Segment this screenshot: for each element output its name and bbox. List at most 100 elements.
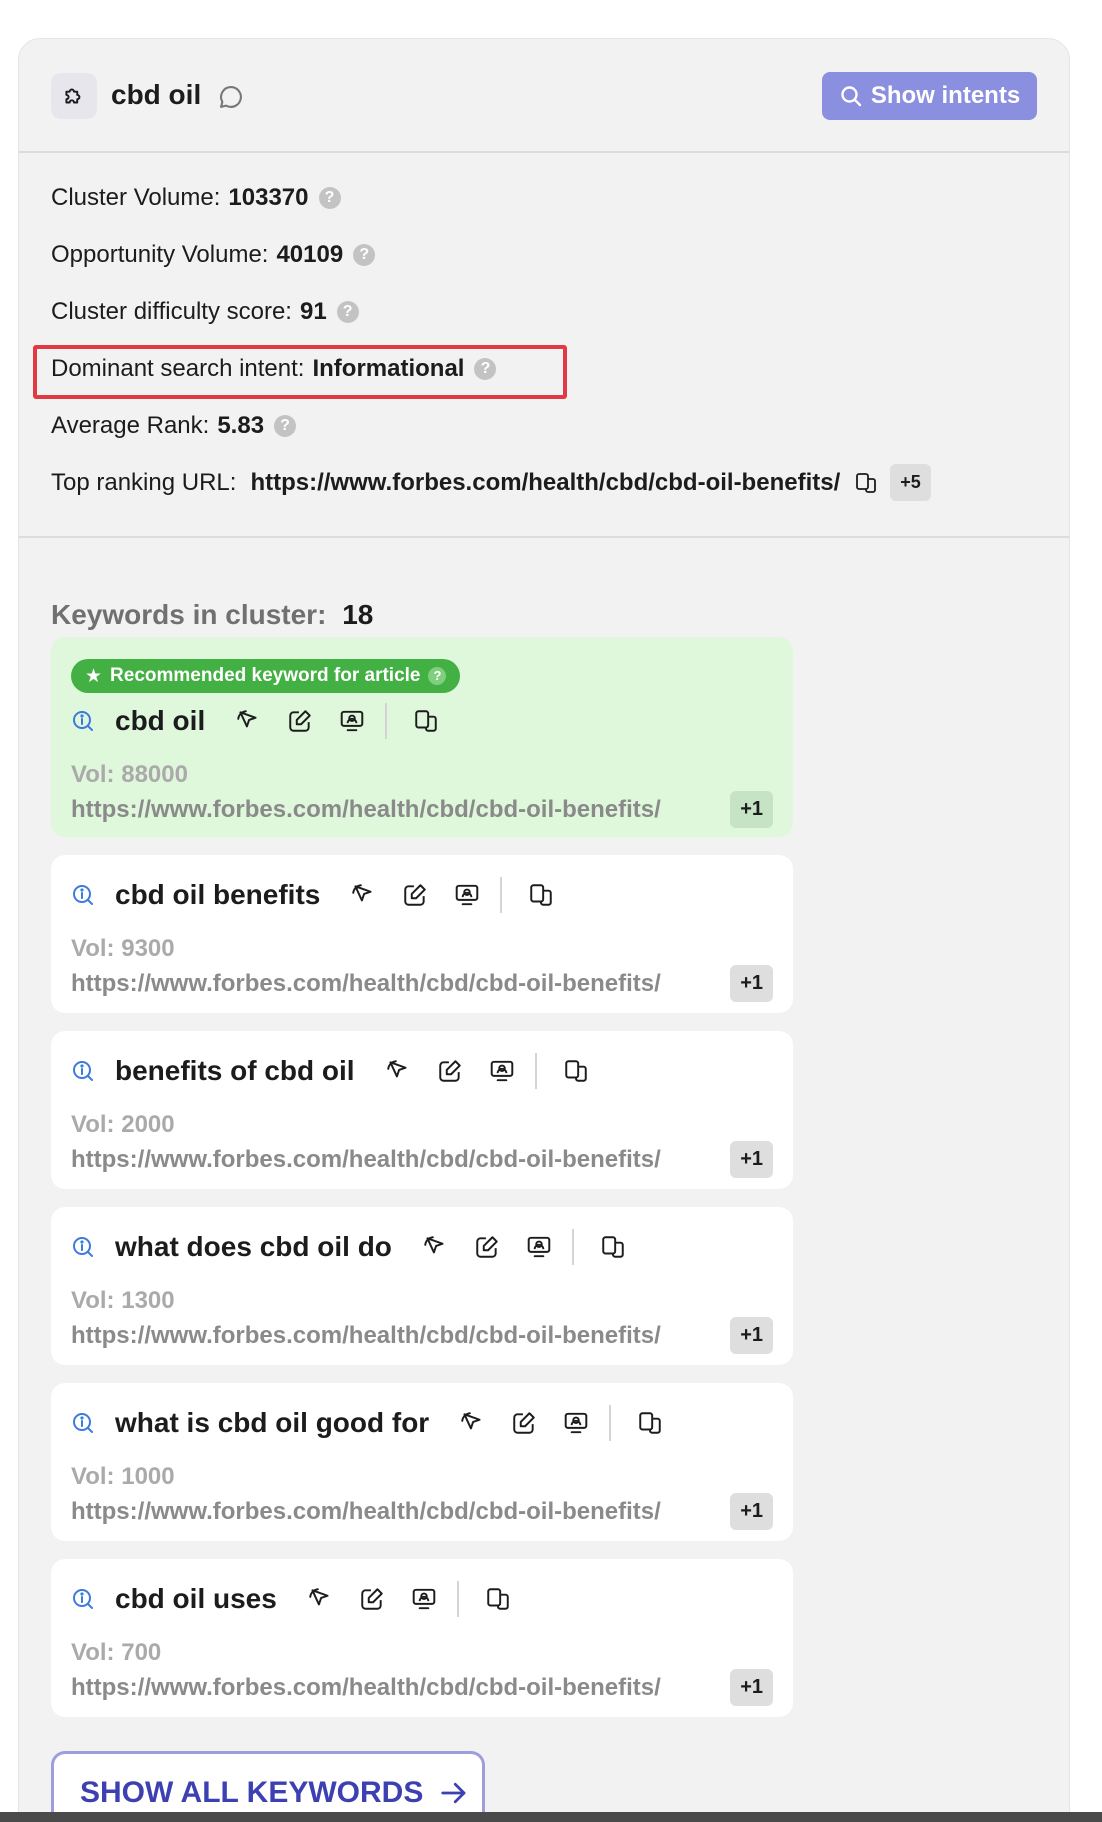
monitor-user-icon[interactable] xyxy=(524,1232,554,1262)
action-divider xyxy=(385,703,388,739)
keyword-volume: Vol: 9300 xyxy=(71,935,175,962)
chat-bubble-icon[interactable] xyxy=(217,83,245,116)
stat-value: 40109 xyxy=(276,241,344,268)
cluster-panel: cbd oil Show intents Cluster Volume: 103… xyxy=(18,38,1070,1822)
keyword-row: cbd oil benefits xyxy=(71,877,578,913)
keyword-card: what is cbd oil good for Vol: 1000 https:/… xyxy=(51,1383,793,1541)
cluster-title: cbd oil xyxy=(111,79,202,110)
more-urls-badge[interactable]: +1 xyxy=(730,1493,773,1530)
copy-icon[interactable] xyxy=(635,1408,665,1438)
top-ranking-url-link[interactable]: https://www.forbes.com/health/cbd/cbd-oi… xyxy=(250,469,840,497)
show-intents-button[interactable]: Show intents xyxy=(822,72,1037,120)
edit-icon[interactable] xyxy=(472,1232,502,1262)
keyword-url-link[interactable]: https://www.forbes.com/health/cbd/cbd-oi… xyxy=(71,1322,661,1350)
arrow-right-icon xyxy=(441,1782,466,1803)
cursor-click-icon[interactable] xyxy=(457,1408,487,1438)
keyword-row: what does cbd oil do xyxy=(71,1229,650,1265)
action-divider xyxy=(609,1405,612,1441)
keyword-url-link[interactable]: https://www.forbes.com/health/cbd/cbd-oi… xyxy=(71,1674,661,1702)
edit-icon[interactable] xyxy=(435,1056,465,1086)
show-all-label: SHOW ALL KEYWORDS xyxy=(80,1775,424,1809)
keyword-url-link[interactable]: https://www.forbes.com/health/cbd/cbd-oi… xyxy=(71,796,661,824)
show-intents-label: Show intents xyxy=(870,82,1021,109)
more-urls-badge[interactable]: +1 xyxy=(730,1317,773,1354)
keywords-count-label: Keywords in cluster: xyxy=(51,599,327,630)
stat-label: Average Rank: xyxy=(51,412,210,439)
opportunity-volume-stat: Opportunity Volume: 40109 ? xyxy=(51,241,376,269)
keyword-volume: Vol: 88000 xyxy=(71,761,188,788)
edit-icon[interactable] xyxy=(285,706,315,736)
help-icon[interactable]: ? xyxy=(318,187,341,209)
stat-label: Cluster difficulty score: xyxy=(51,298,292,325)
keywords-count-heading: Keywords in cluster: 18 xyxy=(51,599,373,631)
recommended-keyword-card: ★ Recommended keyword for article? cbd oil… xyxy=(51,637,793,837)
more-urls-badge[interactable]: +1 xyxy=(730,965,773,1002)
keyword-text: cbd oil uses xyxy=(115,1583,277,1614)
keyword-row: cbd oil xyxy=(71,703,463,739)
keyword-volume: Vol: 2000 xyxy=(71,1111,175,1138)
copy-icon[interactable] xyxy=(411,706,441,736)
keyword-url-link[interactable]: https://www.forbes.com/health/cbd/cbd-oi… xyxy=(71,1146,661,1174)
keyword-card: cbd oil uses Vol: 700 https://www.forbes.c… xyxy=(51,1559,793,1717)
cursor-click-icon[interactable] xyxy=(305,1584,335,1614)
keyword-card: cbd oil benefits Vol: 9300 https://www.for… xyxy=(51,855,793,1013)
stat-label: Cluster Volume: xyxy=(51,184,221,211)
copy-icon[interactable] xyxy=(598,1232,628,1262)
action-divider xyxy=(456,1581,459,1617)
copy-icon[interactable] xyxy=(854,471,878,495)
help-icon[interactable]: ? xyxy=(274,415,297,437)
more-urls-badge[interactable]: +5 xyxy=(890,464,931,501)
keyword-text: what does cbd oil do xyxy=(115,1231,392,1262)
edit-icon[interactable] xyxy=(400,880,430,910)
cursor-click-icon[interactable] xyxy=(233,706,263,736)
help-icon[interactable]: ? xyxy=(353,244,376,266)
copy-icon[interactable] xyxy=(526,880,556,910)
keyword-info-icon[interactable] xyxy=(71,1411,95,1435)
keyword-url-link[interactable]: https://www.forbes.com/health/cbd/cbd-oi… xyxy=(71,1498,661,1526)
cursor-click-icon[interactable] xyxy=(420,1232,450,1262)
keyword-info-icon[interactable] xyxy=(71,1059,95,1083)
window-bottom-edge xyxy=(0,1812,1102,1822)
monitor-user-icon[interactable] xyxy=(487,1056,517,1086)
average-rank-stat: Average Rank: 5.83 ? xyxy=(51,412,297,440)
more-urls-badge[interactable]: +1 xyxy=(730,791,773,828)
more-urls-badge[interactable]: +1 xyxy=(730,1141,773,1178)
monitor-user-icon[interactable] xyxy=(337,706,367,736)
keyword-row: cbd oil uses xyxy=(71,1581,535,1617)
keyword-text: cbd oil xyxy=(115,705,206,736)
help-icon[interactable]: ? xyxy=(428,667,447,685)
keywords-count-value: 18 xyxy=(342,599,374,630)
monitor-user-icon[interactable] xyxy=(409,1584,439,1614)
edit-icon[interactable] xyxy=(357,1584,387,1614)
star-icon: ★ xyxy=(85,665,103,687)
more-urls-badge[interactable]: +1 xyxy=(730,1669,773,1706)
recommended-badge-label: Recommended keyword for article xyxy=(110,665,421,686)
keyword-url-link[interactable]: https://www.forbes.com/health/cbd/cbd-oi… xyxy=(71,970,661,998)
monitor-user-icon[interactable] xyxy=(561,1408,591,1438)
keyword-card: what does cbd oil do Vol: 1300 https://www… xyxy=(51,1207,793,1365)
puzzle-icon xyxy=(51,73,97,119)
keyword-volume: Vol: 700 xyxy=(71,1639,162,1666)
keyword-info-icon[interactable] xyxy=(71,709,95,733)
help-icon[interactable]: ? xyxy=(336,301,359,323)
intent-highlight-box xyxy=(33,345,567,399)
cursor-click-icon[interactable] xyxy=(383,1056,413,1086)
keyword-volume: Vol: 1000 xyxy=(71,1463,175,1490)
copy-icon[interactable] xyxy=(561,1056,591,1086)
monitor-user-icon[interactable] xyxy=(452,880,482,910)
top-ranking-url-stat: Top ranking URL: https://www.forbes.com/… xyxy=(51,464,931,501)
keyword-info-icon[interactable] xyxy=(71,1235,95,1259)
keyword-info-icon[interactable] xyxy=(71,1587,95,1611)
cluster-header: cbd oil Show intents xyxy=(19,39,1069,153)
keyword-info-icon[interactable] xyxy=(71,883,95,907)
section-divider xyxy=(19,536,1069,538)
action-divider xyxy=(500,877,503,913)
edit-icon[interactable] xyxy=(509,1408,539,1438)
keyword-row: benefits of cbd oil xyxy=(71,1053,613,1089)
cursor-click-icon[interactable] xyxy=(348,880,378,910)
copy-icon[interactable] xyxy=(483,1584,513,1614)
recommended-badge: ★ Recommended keyword for article? xyxy=(71,659,461,693)
stat-value: 91 xyxy=(299,298,327,325)
stat-label: Top ranking URL: xyxy=(51,468,237,496)
action-divider xyxy=(571,1229,574,1265)
